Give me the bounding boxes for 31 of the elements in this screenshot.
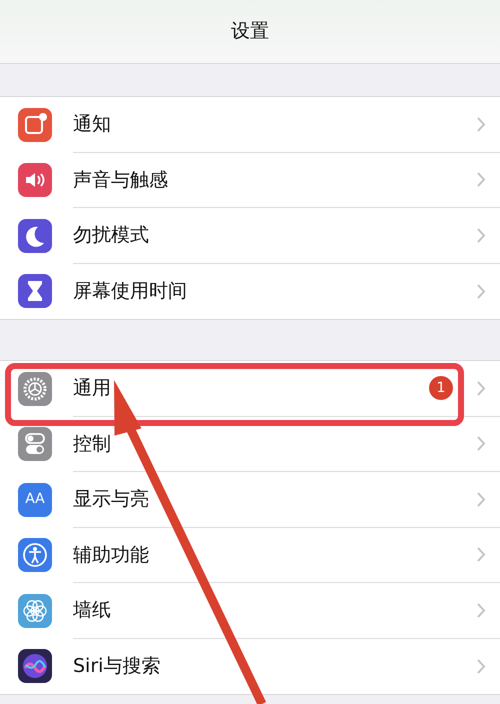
chevron-icon: [477, 436, 486, 452]
row-label: 辅助功能: [73, 542, 150, 568]
row-label: 勿扰模式: [73, 223, 150, 248]
chevron-icon: [477, 547, 486, 562]
page-title: 设置: [231, 19, 269, 44]
row-label: 通知: [73, 112, 112, 137]
settings-row[interactable]: 屏幕使用时间: [0, 264, 500, 319]
settings-row[interactable]: 辅助功能: [0, 528, 500, 583]
chevron-icon: [477, 172, 486, 188]
chevron-icon: [477, 116, 486, 132]
settings-row[interactable]: 声音与触感: [0, 152, 500, 208]
settings-row[interactable]: 通知: [0, 97, 500, 152]
chevron-icon: [477, 228, 486, 243]
settings-row[interactable]: AA 显示与亮: [0, 472, 500, 528]
settings-row[interactable]: 勿扰模式: [0, 208, 500, 264]
settings-row[interactable]: Siri与搜索: [0, 638, 500, 694]
display-icon: AA: [18, 482, 52, 517]
row-label: Siri与搜索: [73, 654, 162, 679]
chevron-icon: [477, 658, 486, 674]
chevron-icon: [477, 284, 486, 299]
row-label: 控制: [73, 432, 112, 456]
settings-row[interactable]: 墙纸: [0, 583, 500, 638]
chevron-icon: [477, 380, 486, 396]
chevron-icon: [477, 602, 486, 618]
row-label: 屏幕使用时间: [73, 279, 188, 304]
row-label: 显示与亮: [73, 487, 150, 512]
notification-badge: 1: [429, 376, 453, 400]
row-label: 墙纸: [73, 598, 112, 623]
row-label: 通用: [73, 376, 112, 401]
row-label: 声音与触感: [73, 168, 169, 192]
chevron-icon: [477, 492, 486, 507]
